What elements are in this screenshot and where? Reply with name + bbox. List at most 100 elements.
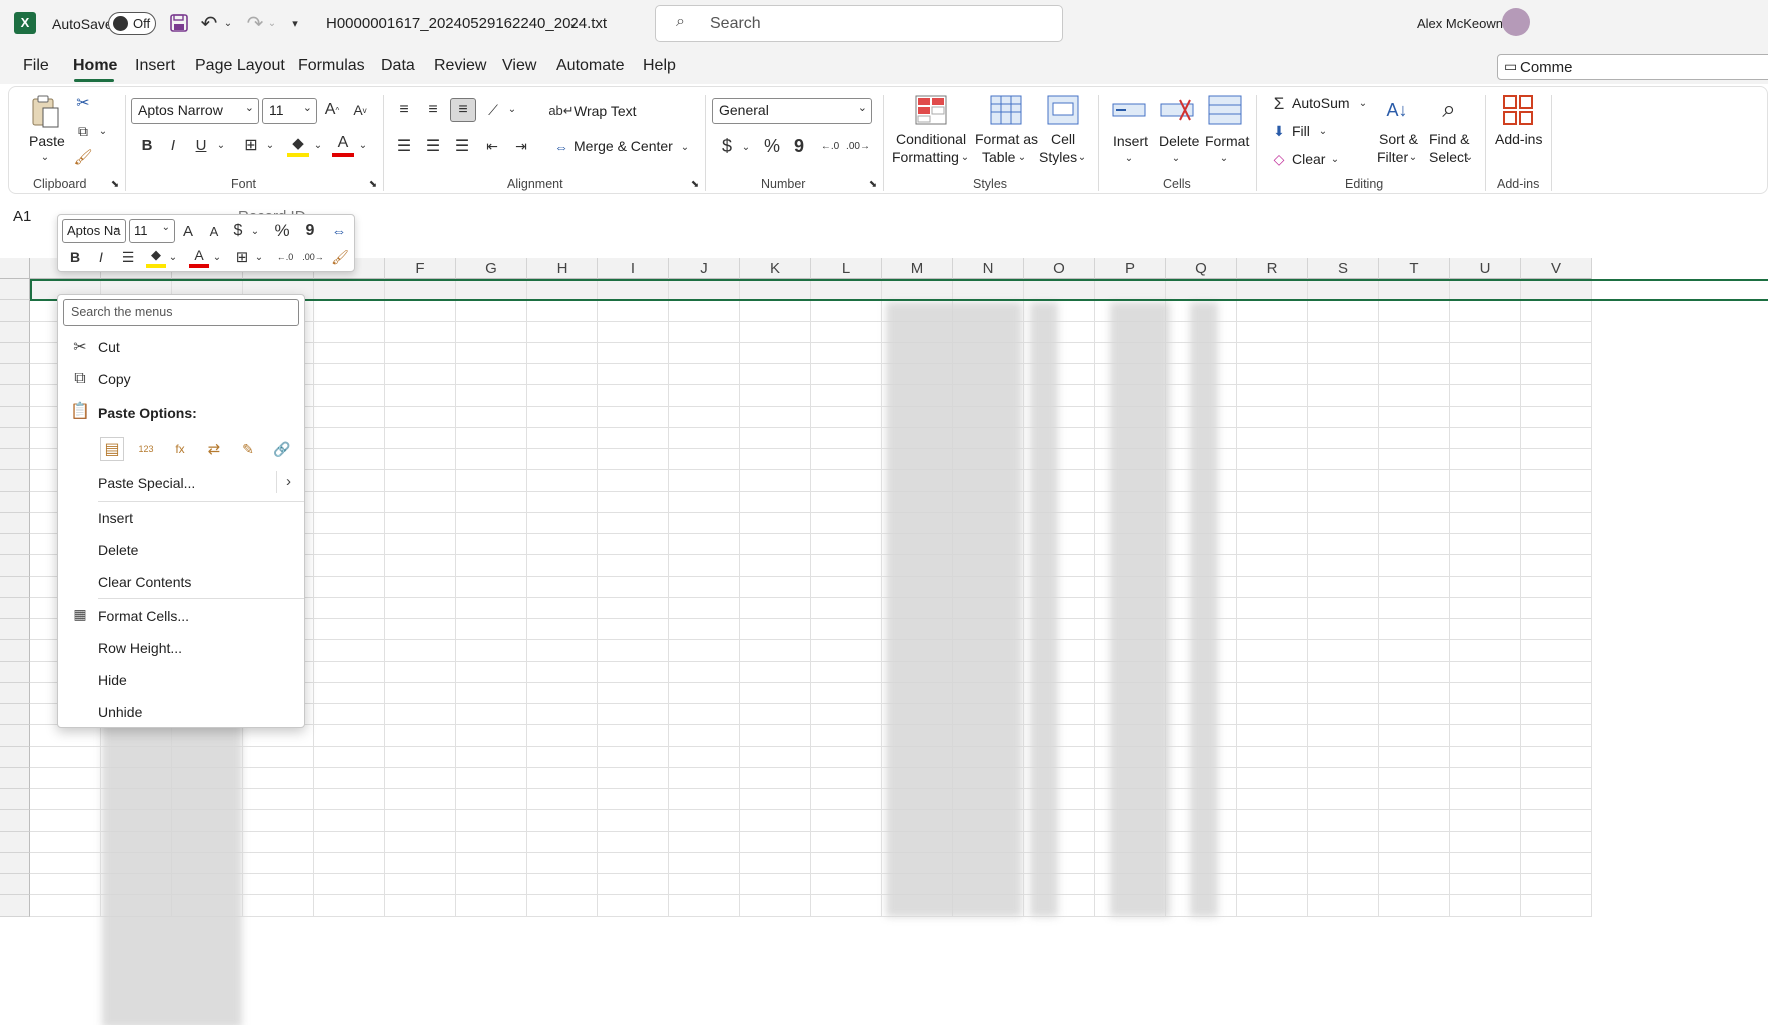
table-cell[interactable] bbox=[598, 597, 669, 619]
customize-qat-icon[interactable]: ▾ bbox=[288, 14, 302, 32]
table-cell[interactable] bbox=[385, 342, 456, 364]
row-header[interactable] bbox=[0, 619, 30, 641]
table-cell[interactable] bbox=[1379, 406, 1450, 428]
clear-icon[interactable]: ◇ bbox=[1269, 149, 1289, 169]
table-cell[interactable] bbox=[30, 725, 101, 747]
table-cell[interactable] bbox=[1308, 746, 1379, 768]
tab-file[interactable]: File bbox=[23, 57, 49, 75]
table-cell[interactable] bbox=[740, 342, 811, 364]
table-cell[interactable] bbox=[314, 300, 385, 322]
table-cell[interactable] bbox=[740, 321, 811, 343]
borders-icon[interactable]: ⊞ bbox=[241, 135, 261, 155]
table-cell[interactable] bbox=[314, 661, 385, 683]
table-cell[interactable] bbox=[314, 512, 385, 534]
table-cell[interactable] bbox=[456, 874, 527, 896]
table-cell[interactable] bbox=[30, 831, 101, 853]
table-cell[interactable] bbox=[456, 449, 527, 471]
column-header[interactable]: M bbox=[882, 258, 953, 279]
row-header[interactable] bbox=[0, 321, 30, 343]
table-cell[interactable] bbox=[527, 682, 598, 704]
orientation-icon[interactable]: ⟋ bbox=[482, 99, 504, 121]
table-cell[interactable] bbox=[314, 597, 385, 619]
table-cell[interactable] bbox=[740, 810, 811, 832]
row-header[interactable] bbox=[0, 342, 30, 364]
table-cell[interactable] bbox=[314, 725, 385, 747]
table-cell[interactable] bbox=[669, 874, 740, 896]
row-header[interactable] bbox=[0, 406, 30, 428]
decrease-font-icon[interactable]: Av bbox=[349, 99, 371, 121]
table-cell[interactable] bbox=[811, 704, 882, 726]
table-cell[interactable] bbox=[1450, 810, 1521, 832]
table-cell[interactable] bbox=[1308, 661, 1379, 683]
underline-button[interactable]: U bbox=[191, 135, 211, 155]
table-cell[interactable] bbox=[669, 640, 740, 662]
table-cell[interactable] bbox=[527, 555, 598, 577]
table-cell[interactable] bbox=[740, 406, 811, 428]
table-cell[interactable] bbox=[1308, 406, 1379, 428]
table-cell[interactable] bbox=[1521, 321, 1592, 343]
table-cell[interactable] bbox=[243, 874, 314, 896]
column-header[interactable]: V bbox=[1521, 258, 1592, 279]
search-box[interactable]: ⌕ Search bbox=[655, 5, 1063, 42]
table-cell[interactable] bbox=[1379, 385, 1450, 407]
table-cell[interactable] bbox=[1379, 491, 1450, 513]
table-cell[interactable] bbox=[811, 597, 882, 619]
percent-button[interactable]: % bbox=[761, 135, 783, 157]
table-cell[interactable] bbox=[456, 491, 527, 513]
table-cell[interactable] bbox=[527, 619, 598, 641]
autosum-icon[interactable]: Σ bbox=[1269, 93, 1289, 115]
column-header[interactable]: K bbox=[740, 258, 811, 279]
select-all-corner[interactable] bbox=[0, 258, 30, 279]
format-as-table-line2[interactable]: Table bbox=[982, 149, 1015, 165]
table-cell[interactable] bbox=[1237, 576, 1308, 598]
table-cell[interactable] bbox=[30, 746, 101, 768]
table-cell[interactable] bbox=[1308, 767, 1379, 789]
cell-styles-icon[interactable] bbox=[1046, 93, 1080, 127]
cell-styles-line1[interactable]: Cell bbox=[1051, 131, 1075, 147]
mini-borders-dropdown-icon[interactable]: ⌄ bbox=[254, 249, 264, 265]
table-cell[interactable] bbox=[1521, 406, 1592, 428]
alignment-launcher-icon[interactable]: ⬊ bbox=[689, 178, 701, 190]
table-cell[interactable] bbox=[527, 385, 598, 407]
table-cell[interactable] bbox=[456, 300, 527, 322]
table-cell[interactable] bbox=[1237, 852, 1308, 874]
table-cell[interactable] bbox=[811, 746, 882, 768]
menu-item-paste-special[interactable]: Paste Special... bbox=[98, 475, 195, 491]
table-cell[interactable] bbox=[243, 725, 314, 747]
table-cell[interactable] bbox=[1450, 342, 1521, 364]
table-cell[interactable] bbox=[598, 512, 669, 534]
column-header[interactable]: G bbox=[456, 258, 527, 279]
table-cell[interactable] bbox=[385, 874, 456, 896]
menu-item-delete[interactable]: Delete bbox=[98, 542, 138, 558]
table-cell[interactable] bbox=[669, 321, 740, 343]
mini-borders-icon[interactable]: ⊞ bbox=[232, 247, 252, 267]
table-cell[interactable] bbox=[456, 576, 527, 598]
table-cell[interactable] bbox=[1308, 725, 1379, 747]
menu-item-cut[interactable]: Cut bbox=[98, 339, 120, 355]
table-cell[interactable] bbox=[811, 682, 882, 704]
mini-decrease-font-icon[interactable]: A bbox=[204, 220, 224, 242]
table-cell[interactable] bbox=[1450, 640, 1521, 662]
column-header[interactable]: F bbox=[385, 258, 456, 279]
table-cell[interactable] bbox=[1450, 874, 1521, 896]
table-cell[interactable] bbox=[1237, 640, 1308, 662]
tab-page-layout[interactable]: Page Layout bbox=[195, 57, 285, 75]
row-header[interactable] bbox=[0, 427, 30, 449]
table-cell[interactable] bbox=[598, 874, 669, 896]
comma-button[interactable]: 9 bbox=[791, 135, 807, 157]
table-cell[interactable] bbox=[1521, 661, 1592, 683]
table-cell[interactable] bbox=[1308, 895, 1379, 917]
table-cell[interactable] bbox=[1237, 555, 1308, 577]
table-cell[interactable] bbox=[456, 852, 527, 874]
menu-item-format-cells[interactable]: Format Cells... bbox=[98, 608, 189, 624]
table-cell[interactable] bbox=[740, 640, 811, 662]
borders-dropdown-icon[interactable]: ⌄ bbox=[264, 137, 276, 153]
table-cell[interactable] bbox=[740, 789, 811, 811]
row-header[interactable] bbox=[0, 895, 30, 917]
table-cell[interactable] bbox=[669, 427, 740, 449]
mini-italic-icon[interactable]: I bbox=[92, 247, 110, 267]
table-cell[interactable] bbox=[243, 810, 314, 832]
table-cell[interactable] bbox=[1450, 470, 1521, 492]
table-cell[interactable] bbox=[1308, 852, 1379, 874]
mini-merge-icon[interactable]: ⇔ bbox=[328, 220, 350, 242]
